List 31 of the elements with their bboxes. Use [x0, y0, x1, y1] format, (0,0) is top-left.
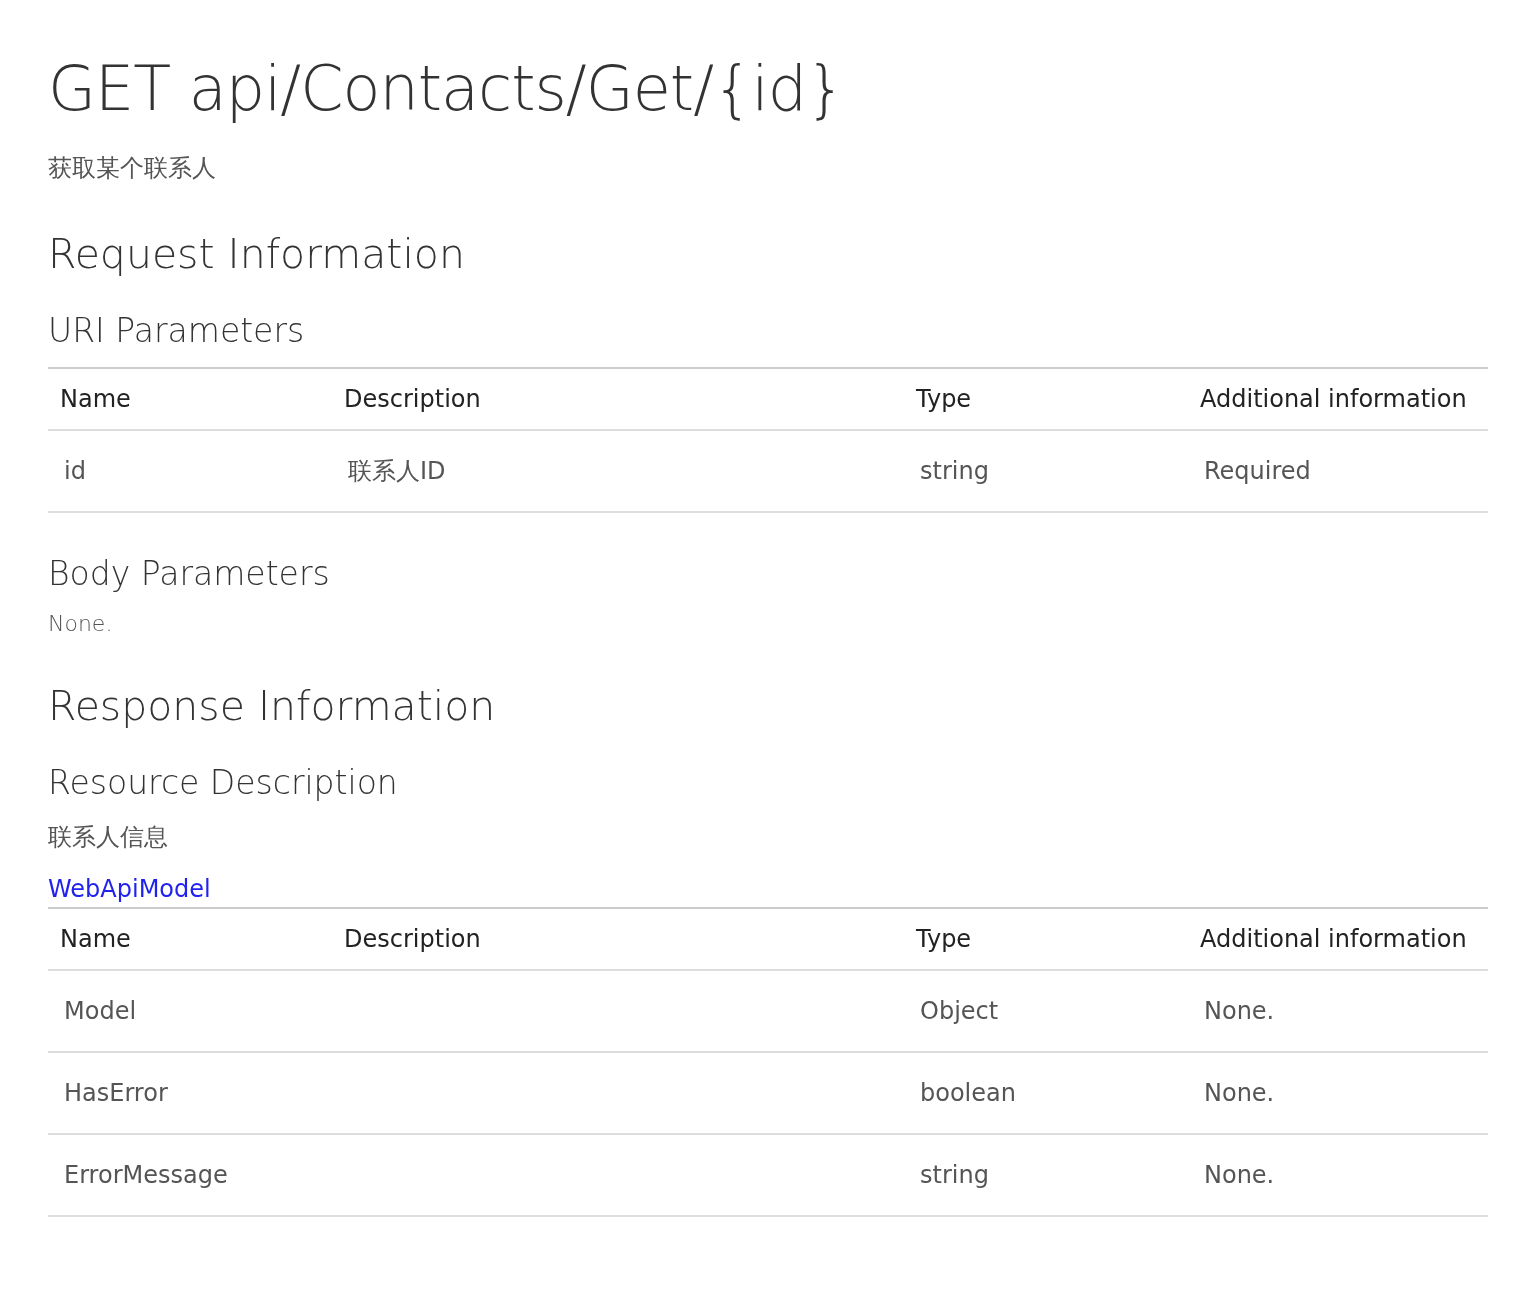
- table-cell: None.: [1204, 996, 1275, 1025]
- column-header: Type: [904, 907, 1188, 970]
- table-cell: None.: [1204, 1160, 1275, 1189]
- column-header: Name: [48, 367, 332, 430]
- section-heading: Request Information: [48, 229, 466, 281]
- table-cell: Object: [920, 996, 999, 1025]
- column-header: Description: [332, 367, 904, 430]
- table-cell: HasError: [64, 1078, 168, 1107]
- resource-description-text: 联系人信息: [48, 821, 169, 853]
- table-cell: ErrorMessage: [64, 1160, 228, 1189]
- table-cell: id: [64, 456, 86, 485]
- table-cell: 联系人ID: [348, 456, 446, 485]
- table-cell: boolean: [920, 1078, 1016, 1107]
- column-header: Type: [904, 367, 1188, 430]
- model-link[interactable]: WebApiModel: [48, 874, 211, 903]
- table-cell: string: [920, 1160, 989, 1189]
- body-parameters-text: None.: [48, 611, 114, 637]
- table-cell: Model: [64, 996, 137, 1025]
- endpoint-description: 获取某个联系人: [48, 153, 217, 185]
- subsection-heading: Body Parameters: [48, 552, 331, 595]
- subsection-heading: URI Parameters: [48, 309, 306, 352]
- table-cell: None.: [1204, 1078, 1275, 1107]
- column-header: Name: [48, 907, 332, 970]
- column-header: Additional information: [1188, 367, 1488, 430]
- page-title: GET api/Contacts/Get/{id}: [48, 52, 846, 127]
- subsection-heading: Resource Description: [48, 761, 399, 804]
- column-header: Description: [332, 907, 904, 970]
- table-cell: string: [920, 456, 989, 485]
- column-header: Additional information: [1188, 907, 1488, 970]
- section-heading: Response Information: [48, 681, 497, 733]
- table-cell: Required: [1204, 456, 1311, 485]
